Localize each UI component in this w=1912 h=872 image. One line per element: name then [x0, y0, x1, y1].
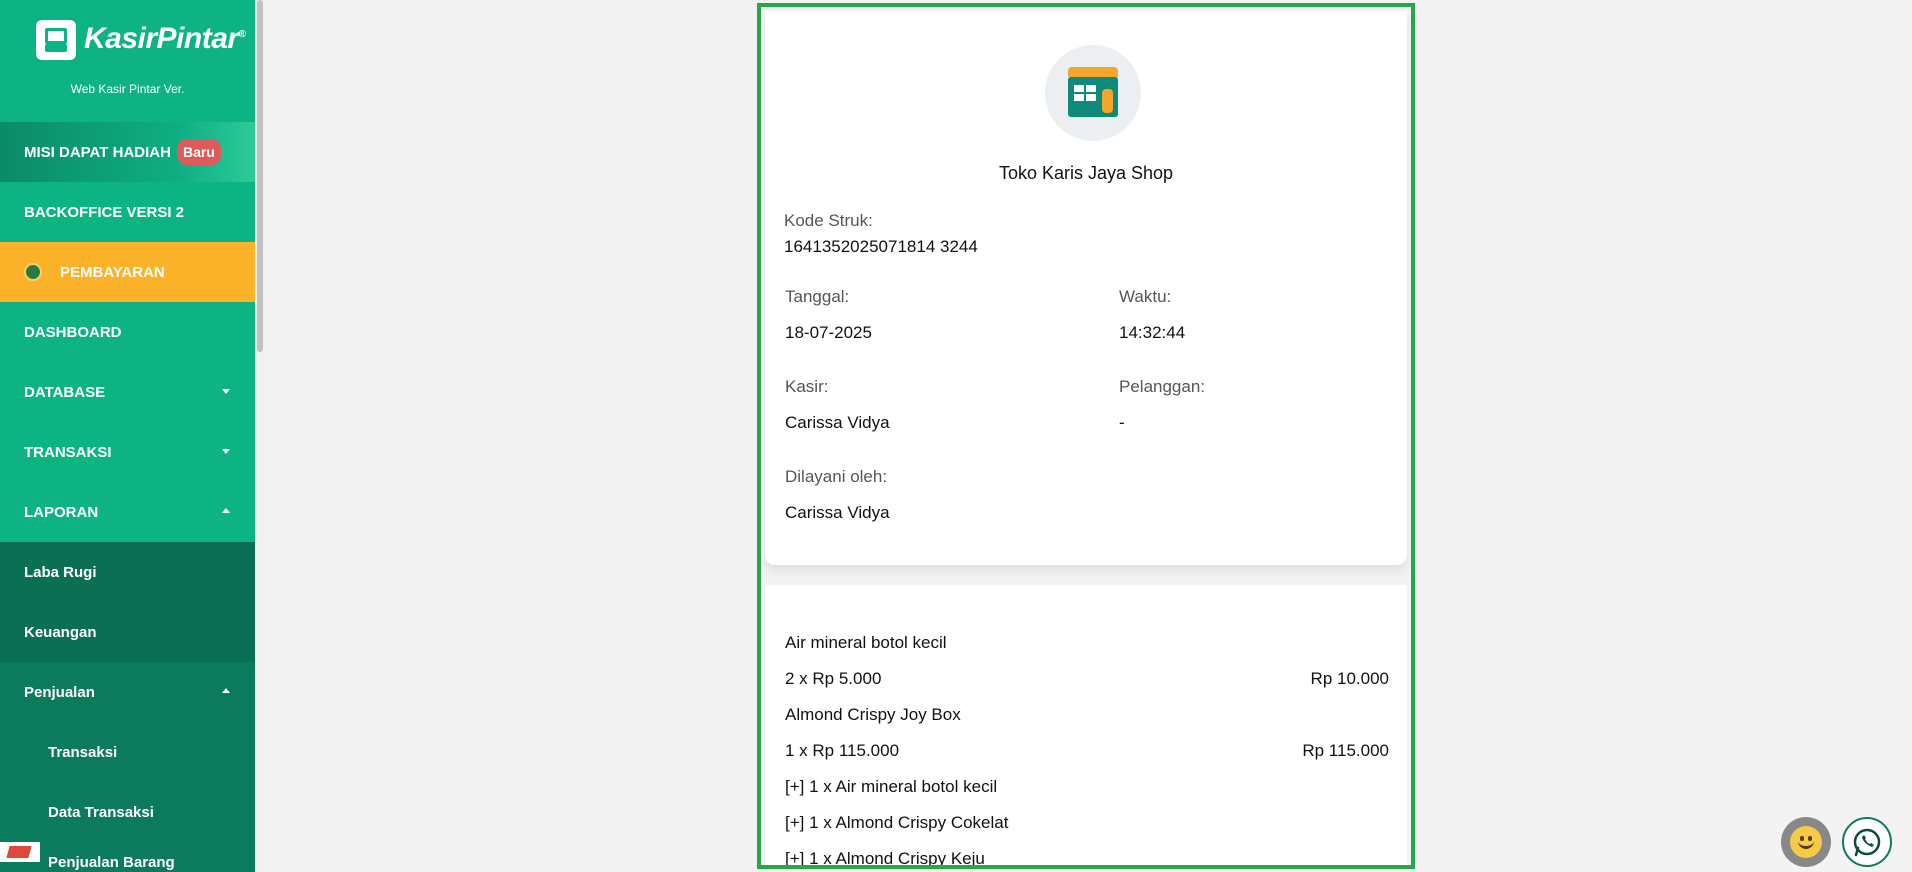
smiley-icon [1790, 826, 1822, 858]
pelanggan-value: - [1119, 413, 1125, 432]
sidebar-item-label: Penjualan [24, 683, 95, 701]
sidebar-item-laporan[interactable]: LAPORAN [0, 482, 255, 542]
brand-name: KasirPintar® [84, 22, 246, 55]
addon-item: [+] 1 x Almond Crispy Cokelat [785, 813, 1009, 832]
dilayani-label: Dilayani oleh: [785, 467, 888, 486]
item-name: Air mineral botol kecil [785, 633, 947, 652]
receipt-panel: Toko Karis Jaya Shop Kode Struk: 1641352… [757, 3, 1415, 869]
kasirpintar-logo-icon [36, 20, 76, 60]
addon-item: [+] 1 x Almond Crispy Keju [785, 849, 985, 868]
sidebar-item-keuangan[interactable]: Keuangan [0, 602, 255, 662]
sidebar-item-penjualan-barang[interactable]: Penjualan Barang [0, 842, 255, 872]
sidebar-item-label: DASHBOARD [24, 323, 122, 341]
sidebar-item-label: MISI DAPAT HADIAH [24, 143, 171, 161]
new-badge: Baru [176, 139, 221, 165]
sidebar-item-label: PEMBAYARAN [60, 263, 165, 281]
item-name: Almond Crispy Joy Box [785, 705, 961, 724]
sidebar-item-label: Penjualan Barang [48, 854, 175, 871]
sidebar-item-backoffice[interactable]: BACKOFFICE VERSI 2 [0, 182, 255, 242]
sidebar-item-transaksi[interactable]: TRANSAKSI [0, 422, 255, 482]
sidebar-item-penjualan-transaksi[interactable]: Transaksi [0, 722, 255, 782]
item-qty-price: 1 x Rp 115.000 [785, 741, 900, 760]
item-price-row: 2 x Rp 5.000 Rp 10.000 [785, 669, 1389, 689]
promo-thumbnail-icon [0, 842, 40, 862]
chevron-up-icon [222, 508, 230, 513]
kode-struk-label: Kode Struk: [784, 211, 873, 230]
whatsapp-button[interactable] [1842, 817, 1892, 867]
store-name: Toko Karis Jaya Shop [998, 163, 1174, 183]
receipt-items-card: Air mineral botol kecil 2 x Rp 5.000 Rp … [765, 585, 1407, 868]
kode-struk-value: 1641352025071814 3244 [784, 237, 978, 256]
sidebar-item-data-transaksi[interactable]: Data Transaksi [0, 782, 255, 842]
whatsapp-icon [1853, 828, 1881, 857]
item-total: Rp 10.000 [1310, 669, 1389, 688]
sidebar-item-laba-rugi[interactable]: Laba Rugi [0, 542, 255, 602]
sidebar-item-pembayaran[interactable]: PEMBAYARAN [0, 242, 255, 302]
tanggal-label: Tanggal: [785, 287, 850, 306]
sidebar-item-label: Data Transaksi [48, 803, 154, 821]
tanggal-value: 18-07-2025 [785, 323, 872, 342]
waktu-value: 14:32:44 [1119, 323, 1186, 342]
pelanggan-label: Pelanggan: [1119, 377, 1206, 396]
sidebar-item-label: Keuangan [24, 623, 97, 641]
sidebar-item-label: LAPORAN [24, 503, 99, 521]
sidebar-scrollbar-thumb[interactable] [257, 0, 263, 352]
item-total: Rp 115.000 [1302, 741, 1389, 760]
sidebar: KasirPintar® Web Kasir Pintar Ver. MISI … [0, 0, 255, 872]
receipt-header-card: Toko Karis Jaya Shop Kode Struk: 1641352… [765, 11, 1407, 565]
addon-item: [+] 1 x Air mineral botol kecil [785, 777, 998, 796]
chevron-down-icon [222, 449, 230, 454]
sidebar-item-penjualan[interactable]: Penjualan [0, 662, 255, 722]
sidebar-item-misi[interactable]: MISI DAPAT HADIAH Baru [0, 122, 255, 182]
sidebar-item-label: DATABASE [24, 383, 106, 401]
item-price-row: 1 x Rp 115.000 Rp 115.000 [785, 741, 1389, 761]
store-avatar [1045, 45, 1141, 141]
sidebar-item-label: Transaksi [48, 743, 118, 761]
brand-version: Web Kasir Pintar Ver. [70, 82, 185, 96]
sidebar-item-label: TRANSAKSI [24, 443, 112, 461]
chevron-up-icon [222, 688, 230, 693]
dilayani-value: Carissa Vidya [785, 503, 890, 522]
kasir-label: Kasir: [785, 377, 829, 396]
medal-icon [24, 263, 42, 281]
store-icon [1068, 67, 1118, 117]
sidebar-item-label: Laba Rugi [24, 563, 97, 581]
sidebar-item-database[interactable]: DATABASE [0, 362, 255, 422]
sidebar-item-dashboard[interactable]: DASHBOARD [0, 302, 255, 362]
sidebar-item-label: BACKOFFICE VERSI 2 [24, 203, 185, 221]
waktu-label: Waktu: [1119, 287, 1172, 306]
feedback-button[interactable] [1781, 817, 1831, 867]
item-qty-price: 2 x Rp 5.000 [785, 669, 882, 688]
kasir-value: Carissa Vidya [785, 413, 890, 432]
chevron-down-icon [222, 389, 230, 394]
brand-header: KasirPintar® Web Kasir Pintar Ver. [0, 0, 255, 122]
